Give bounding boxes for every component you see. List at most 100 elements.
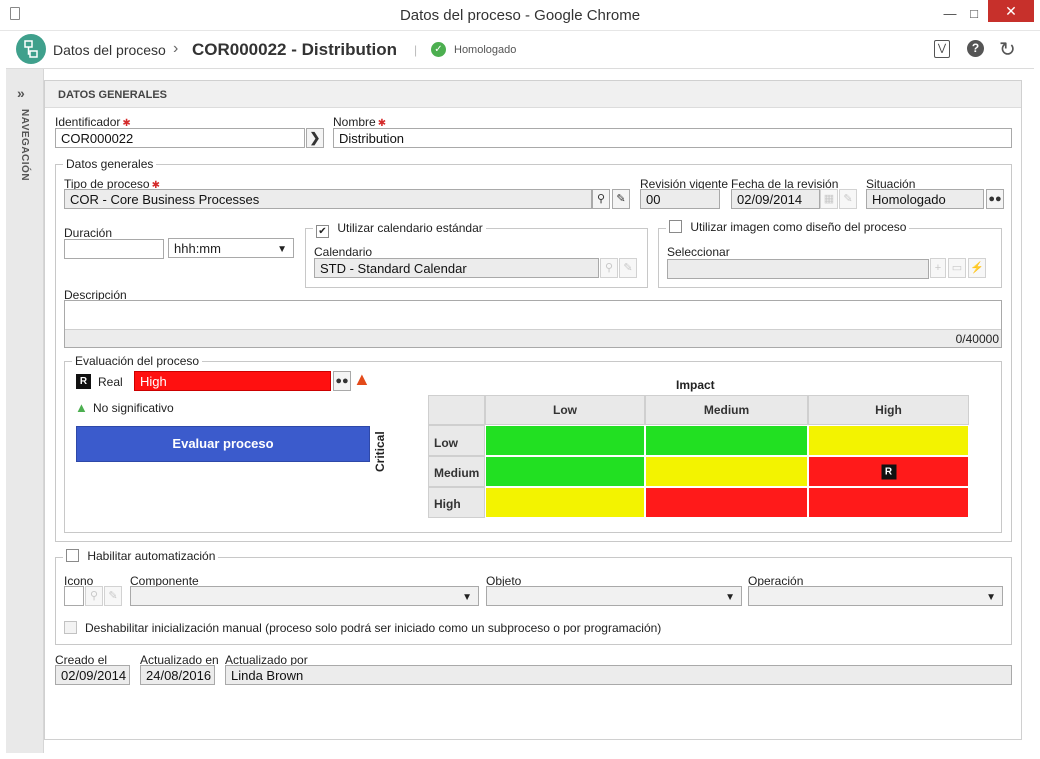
automatizacion-legend: Habilitar automatización (63, 549, 219, 563)
dropdown-arrow-icon: ▼ (986, 592, 996, 603)
header-divider: | (414, 43, 418, 57)
navigation-label[interactable]: NAVEGACIÓN (19, 109, 30, 181)
duracion-unit-value: hhh:mm (174, 241, 221, 256)
breadcrumb[interactable]: Datos del proceso (53, 42, 166, 58)
creado-field: 02/09/2014 (55, 665, 130, 685)
deshabilitar-label: Deshabilitar inicialización manual (proc… (85, 621, 662, 635)
calendario-label: Calendario (314, 245, 373, 259)
approved-check-icon: ✓ (431, 42, 446, 57)
breadcrumb-chevron-icon: › (173, 40, 179, 57)
objeto-select[interactable]: ▼ (486, 586, 742, 606)
process-logo-icon (16, 34, 46, 64)
matrix-cell (645, 456, 808, 487)
imagen-checkbox-label: Utilizar imagen como diseño del proceso (690, 220, 907, 234)
search-icon: ⚲ (85, 586, 103, 606)
matrix-cell (808, 487, 969, 518)
search-icon: ⚲ (600, 258, 618, 278)
dropdown-arrow-icon: ▼ (725, 592, 735, 603)
matrix-col-header: Low (485, 395, 645, 425)
status-badge: Homologado (454, 44, 517, 56)
calendario-checkbox-label: Utilizar calendario estándar (337, 221, 483, 235)
char-counter: 0/40000 (65, 329, 1001, 347)
search-icon[interactable]: ⚲ (592, 189, 610, 209)
datos-generales-legend: Datos generales (63, 157, 157, 171)
clear-broom-icon: ✎ (619, 258, 637, 278)
seleccionar-field (667, 259, 929, 279)
clear-broom-icon: ✎ (839, 189, 857, 209)
matrix-cell (645, 425, 808, 456)
tipo-proceso-field[interactable]: COR - Core Business Processes (64, 189, 592, 209)
real-label: Real (98, 375, 123, 389)
warning-green-icon: ▲ (75, 400, 88, 415)
collapse-down-icon[interactable]: ⋁ (934, 40, 950, 58)
expand-nav-icon[interactable]: » (17, 85, 25, 101)
matrix-cell: R (808, 456, 969, 487)
situacion-field: Homologado (866, 189, 984, 209)
matrix-corner (428, 395, 485, 425)
revision-vigente-field: 00 (640, 189, 720, 209)
matrix-x-title: Impact (676, 378, 715, 392)
operacion-select[interactable]: ▼ (748, 586, 1003, 606)
no-significativo-text: No significativo (93, 401, 174, 415)
matrix-y-title: Critical (373, 431, 387, 472)
imagen-checkbox[interactable] (669, 220, 682, 233)
matrix-cell (485, 425, 645, 456)
calendario-field: STD - Standard Calendar (314, 258, 599, 278)
page-title: COR000022 - Distribution (192, 40, 397, 59)
deshabilitar-checkbox (64, 621, 77, 634)
calendario-checkbox[interactable]: ✔ (316, 225, 329, 238)
real-badge: R (76, 374, 91, 389)
matrix-col-header: High (808, 395, 969, 425)
help-icon[interactable]: ? (967, 40, 984, 57)
matrix-cell (485, 456, 645, 487)
matrix-col-header: Medium (645, 395, 808, 425)
componente-select[interactable]: ▼ (130, 586, 479, 606)
window-title: Datos del proceso - Google Chrome (399, 7, 641, 24)
matrix-real-marker: R (881, 464, 896, 479)
descripcion-textarea[interactable]: 0/40000 (64, 300, 1002, 348)
evaluar-proceso-button[interactable]: Evaluar proceso (76, 426, 370, 462)
actualizado-por-field: Linda Brown (225, 665, 1012, 685)
calendar-icon: ▦ (820, 189, 838, 209)
navigation-rail[interactable]: » NAVEGACIÓN (6, 69, 44, 753)
lightning-icon: ⚡ (968, 258, 986, 278)
nombre-label: Nombre ✱ (333, 115, 387, 129)
calendario-legend: ✔ Utilizar calendario estándar (313, 221, 486, 238)
automatizacion-checkbox-label: Habilitar automatización (87, 549, 216, 563)
automatizacion-checkbox[interactable] (66, 549, 79, 562)
matrix-cell (808, 425, 969, 456)
matrix-row-header: Medium (428, 456, 485, 487)
imagen-legend: Utilizar imagen como diseño del proceso (666, 220, 910, 234)
refresh-icon[interactable]: ↻ (999, 37, 1016, 62)
minimize-icon[interactable]: — (938, 5, 962, 23)
section-title: DATOS GENERALES (45, 81, 1021, 108)
duracion-field[interactable] (64, 239, 164, 259)
clear-broom-icon[interactable]: ✎ (612, 189, 630, 209)
dropdown-arrow-icon: ▼ (277, 244, 287, 255)
dropdown-arrow-icon: ▼ (462, 592, 472, 603)
actualizado-field: 24/08/2016 (140, 665, 215, 685)
real-risk-field: High (134, 371, 331, 391)
close-icon[interactable]: ✕ (988, 0, 1034, 22)
matrix-cell (485, 487, 645, 518)
identificador-field[interactable]: COR000022 (55, 128, 305, 148)
matrix-row-header: High (428, 487, 485, 518)
go-arrow-button[interactable]: ❯ (306, 128, 324, 148)
duracion-unit-select[interactable]: hhh:mm ▼ (168, 238, 294, 258)
window-titlebar: Datos del proceso - Google Chrome (0, 0, 1040, 31)
matrix-cell (645, 487, 808, 518)
binoculars-icon[interactable]: ●● (333, 371, 351, 391)
warning-triangle-icon: ▲ (353, 369, 371, 389)
maximize-icon[interactable]: □ (962, 5, 986, 23)
identificador-label: Identificador ✱ (55, 115, 131, 129)
matrix-row-header: Low (428, 425, 485, 456)
clear-broom-icon: ✎ (104, 586, 122, 606)
fecha-revision-field: 02/09/2014 (731, 189, 820, 209)
evaluacion-legend: Evaluación del proceso (72, 354, 203, 368)
nombre-field[interactable]: Distribution (333, 128, 1012, 148)
add-icon: + (930, 258, 946, 278)
duracion-label: Duración (64, 226, 113, 240)
icono-field[interactable] (64, 586, 84, 606)
app-header: Datos del proceso › COR000022 - Distribu… (6, 31, 1034, 69)
binoculars-icon[interactable]: ●● (986, 189, 1004, 209)
